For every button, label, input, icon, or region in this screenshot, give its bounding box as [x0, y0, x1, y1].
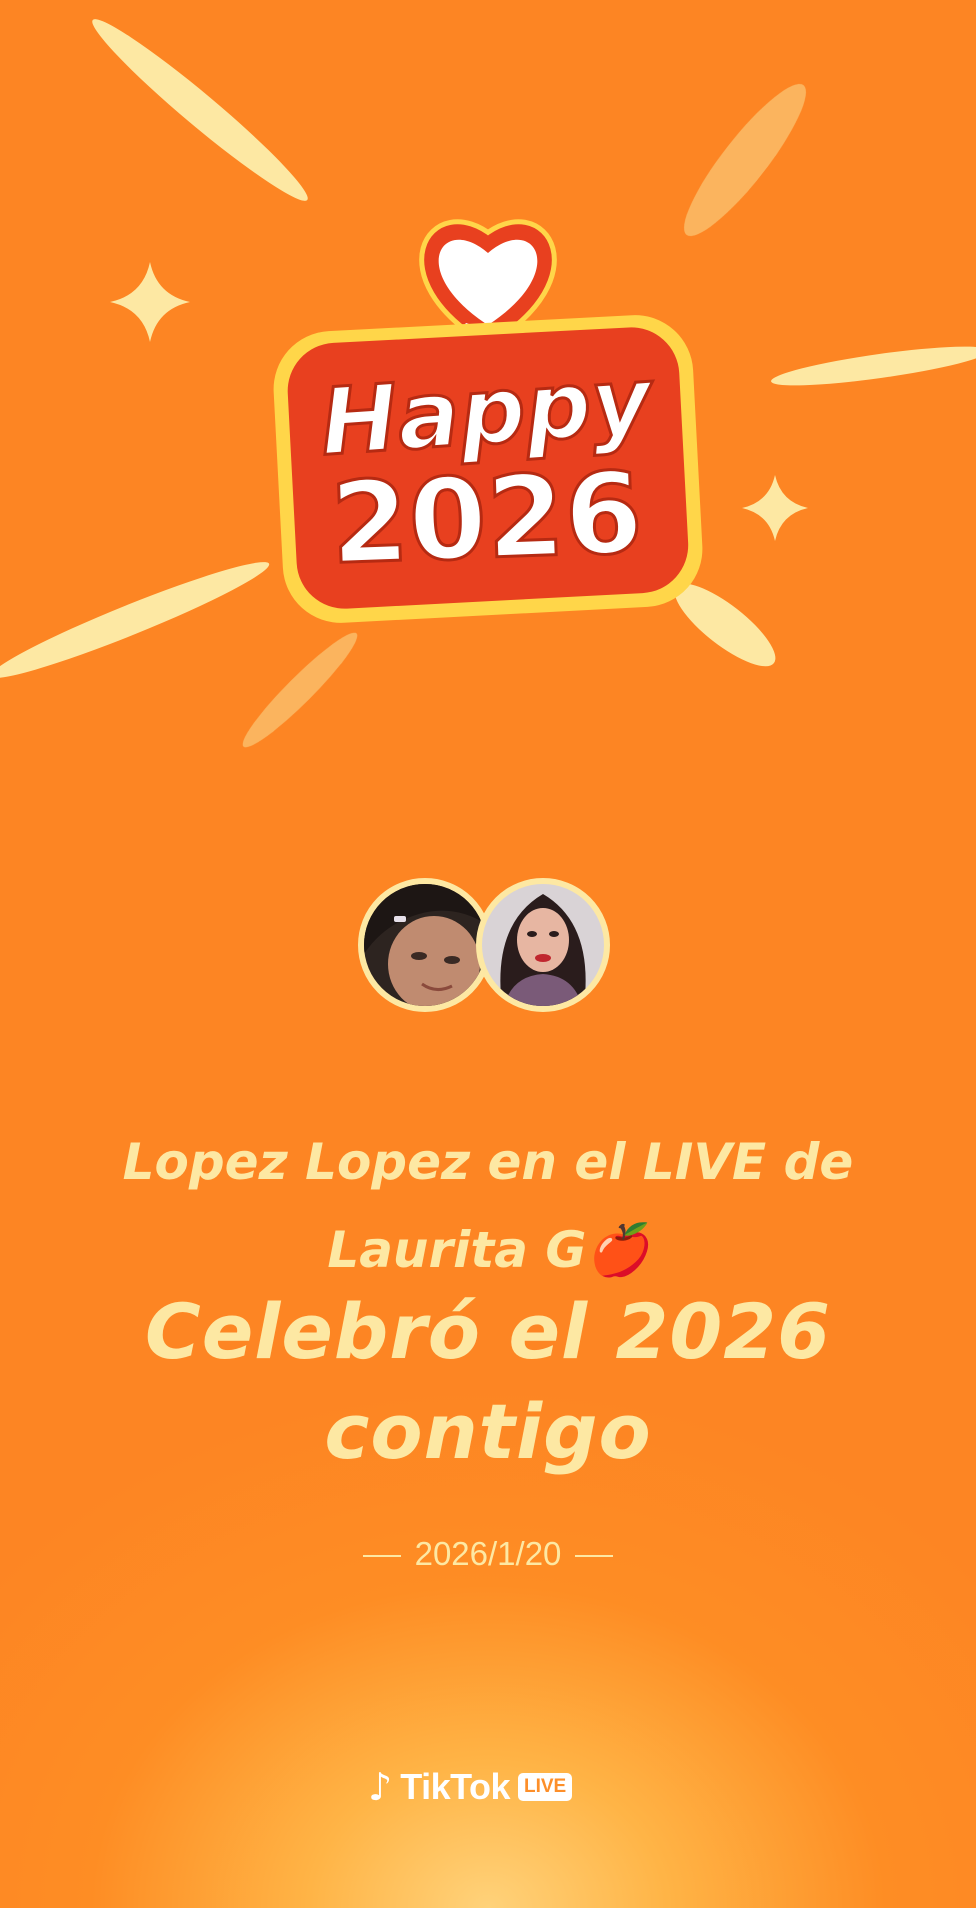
- dash-divider: [575, 1555, 614, 1558]
- burst-ray-lower-left: [242, 632, 358, 748]
- sparkle-icon: [110, 262, 190, 342]
- live-badge: LIVE: [517, 1773, 573, 1801]
- burst-ray-right: [771, 346, 976, 386]
- dash-divider: [362, 1555, 401, 1558]
- celebration-date: 2026/1/20: [414, 1535, 562, 1572]
- celebration-headline: Celebró el 2026 contigo: [60, 1282, 916, 1482]
- logo-line-year: 2026: [329, 449, 645, 590]
- sparkle-icon: [742, 475, 808, 541]
- avatar[interactable]: [476, 878, 610, 1012]
- live-host-message: Lopez Lopez en el LIVE de Laurita G🍎: [60, 1118, 916, 1294]
- participant-avatars: [358, 878, 618, 1018]
- message-line-1: Lopez Lopez en el LIVE de: [122, 1133, 854, 1191]
- headline-line-1: Celebró el 2026: [144, 1287, 832, 1376]
- avatar-photo: [364, 884, 486, 1006]
- headline-line-2: contigo: [324, 1387, 652, 1476]
- celebration-card: Happy 2026 Lopez Lopez en el LIVE de Lau…: [0, 0, 976, 1908]
- happy-2026-logo: Happy 2026: [273, 219, 703, 623]
- avatar[interactable]: [358, 878, 492, 1012]
- avatar-photo: [482, 884, 604, 1006]
- burst-ray-top-left: [92, 19, 308, 201]
- date-row: 2026/1/20: [0, 1534, 976, 1574]
- tiktok-logo-icon: ♪: [368, 1765, 393, 1809]
- message-line-2: Laurita G🍎: [327, 1221, 649, 1279]
- brand-name: TikTok: [400, 1766, 510, 1807]
- tiktok-live-brand: ♪ TikTok LIVE: [368, 1764, 573, 1810]
- burst-ray-bottom-left: [0, 562, 270, 678]
